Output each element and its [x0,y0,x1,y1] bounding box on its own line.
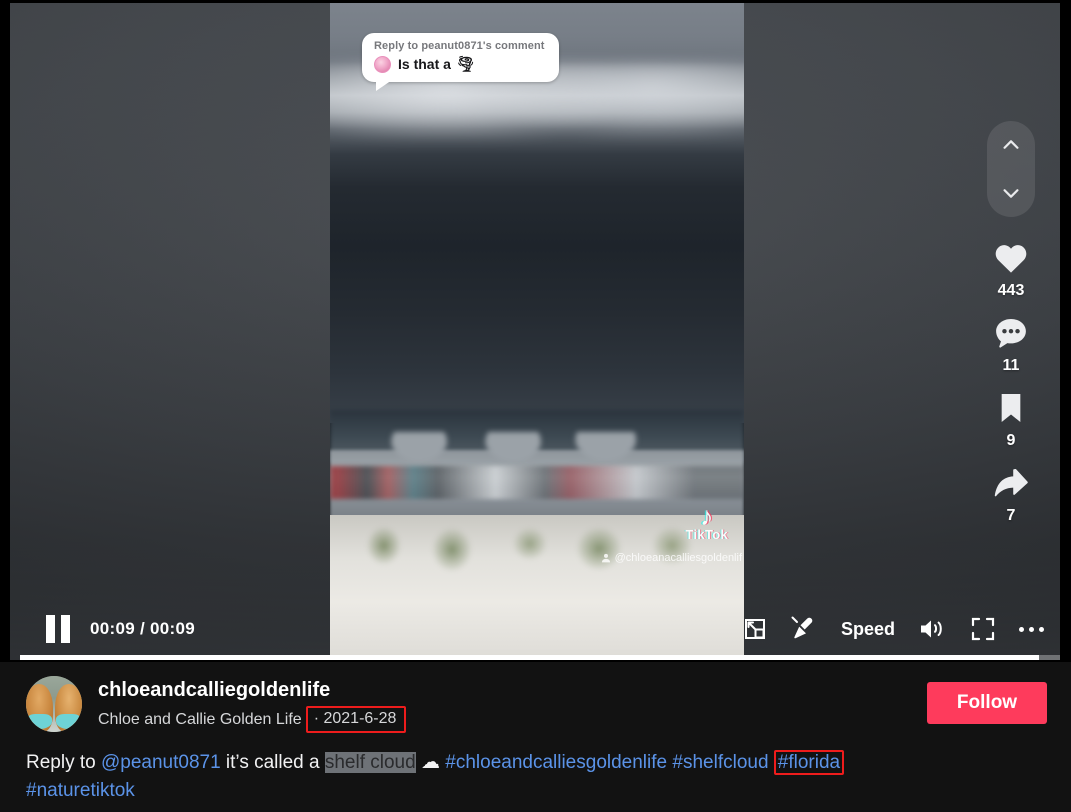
comment-icon-wrap [992,314,1030,352]
author-names: chloeandcalliegoldenlife Chloe and Calli… [98,676,895,733]
comment-icon [996,318,1026,348]
share-count: 7 [1006,507,1016,524]
video-player[interactable]: Reply to peanut0871's comment Is that a … [10,3,1060,660]
author-username[interactable]: chloeandcalliegoldenlife [98,678,895,702]
share-button[interactable]: 7 [992,464,1030,525]
reply-sticker-body: Is that a 🌪 [374,55,545,73]
time-display: 00:09 / 00:09 [90,619,196,638]
controls-left-group: 00:09 / 00:09 [20,615,195,643]
person-icon [601,553,610,563]
avatar-bandana-left [27,714,52,729]
bookmark-icon-wrap [992,389,1030,427]
more-dot-1 [1019,626,1024,632]
picture-in-picture-icon [744,619,765,639]
video-meta-section: chloeandcalliegoldenlife Chloe and Calli… [0,662,1071,812]
caption-hashtag-chloeandcalliesgoldenlife[interactable]: #chloeandcalliesgoldenlife [445,752,667,773]
caption-hashtag-florida[interactable]: #florida [773,750,845,775]
progress-bar[interactable] [20,655,1060,660]
fullscreen-button[interactable] [971,611,995,647]
post-date: · 2021-6-28 [305,706,407,733]
reply-sticker-text: Is that a [398,56,451,72]
volume-icon [921,620,942,638]
clear-display-icon [791,616,813,639]
caption-prefix: Reply to [26,752,101,773]
tiktok-video-page: Reply to peanut0871's comment Is that a … [0,0,1071,812]
share-icon-wrap [992,464,1030,502]
fullscreen-icon [971,617,995,641]
player-controls-bar: 00:09 / 00:09 Speed [20,598,1060,660]
comment-reply-sticker: Reply to peanut0871's comment Is that a … [362,33,559,91]
chevron-down-icon [1003,189,1019,198]
author-subline: Chloe and Callie Golden Life · 2021-6-28 [98,706,895,733]
video-dune-grass-layer [330,508,744,588]
more-dot-2 [1029,626,1034,632]
post-date-separator: · [313,710,320,727]
watermark-username: @chloeanacalliesgoldenlif [601,552,742,564]
tornado-emoji-icon: 🌪 [455,56,475,73]
caption-middle: it’s called a [220,752,325,773]
author-display-name: Chloe and Callie Golden Life [98,710,302,728]
video-navigation-pill [987,121,1035,217]
comment-button[interactable]: 11 [992,314,1030,375]
author-avatar[interactable] [26,676,82,732]
share-icon [994,469,1028,497]
previous-video-button[interactable] [993,127,1029,163]
bookmark-icon [1001,394,1021,422]
reply-sticker-text-row: Is that a 🌪 [398,55,475,73]
caption-hashtag-naturetiktok[interactable]: #naturetiktok [26,780,135,801]
caption-mention[interactable]: @peanut0871 [101,752,221,773]
controls-right-group: Speed [743,611,1060,647]
picture-in-picture-button[interactable] [743,611,767,647]
pause-bar-left [46,615,55,643]
clear-display-button[interactable] [791,611,817,647]
progress-bar-fill [20,655,1039,660]
tiktok-note-icon: ♪ [700,501,714,531]
tiktok-watermark: ♪ TikTok [686,503,729,542]
reply-sticker-header: Reply to peanut0871's comment [374,40,545,52]
like-count: 443 [997,282,1025,299]
cloud-emoji-icon: ☁ [420,752,440,773]
video-caption: Reply to @peanut0871 it’s called a shelf… [26,749,1047,804]
pause-bar-right [61,615,70,643]
like-button[interactable]: 443 [992,239,1030,300]
next-video-button[interactable] [993,175,1029,211]
comment-count: 11 [1002,357,1020,374]
speed-button[interactable]: Speed [841,611,895,647]
chevron-up-icon [1003,140,1019,149]
author-row: chloeandcalliegoldenlife Chloe and Calli… [26,676,1047,733]
pause-button[interactable] [46,615,72,643]
bookmark-button[interactable]: 9 [992,389,1030,450]
commenter-avatar-icon [374,55,391,73]
like-icon-wrap [992,239,1030,277]
follow-button[interactable]: Follow [927,682,1047,724]
post-date-value: 2021-6-28 [323,710,397,727]
video-cars-layer [330,466,744,500]
watermark-username-text: @chloeanacalliesgoldenlif [614,552,742,564]
caption-hashtag-shelfcloud[interactable]: #shelfcloud [672,752,768,773]
heart-icon [995,245,1027,273]
bookmark-count: 9 [1006,432,1016,449]
more-dot-3 [1039,626,1044,632]
more-options-button[interactable] [1019,611,1044,647]
avatar-bandana-right [56,714,81,729]
video-canvas[interactable]: Reply to peanut0871's comment Is that a … [330,3,744,660]
tiktok-brand-label: TikTok [685,527,728,542]
caption-selected-text: shelf cloud [324,752,416,773]
volume-button[interactable] [919,611,947,647]
action-rail: 443 11 9 7 [978,121,1044,539]
